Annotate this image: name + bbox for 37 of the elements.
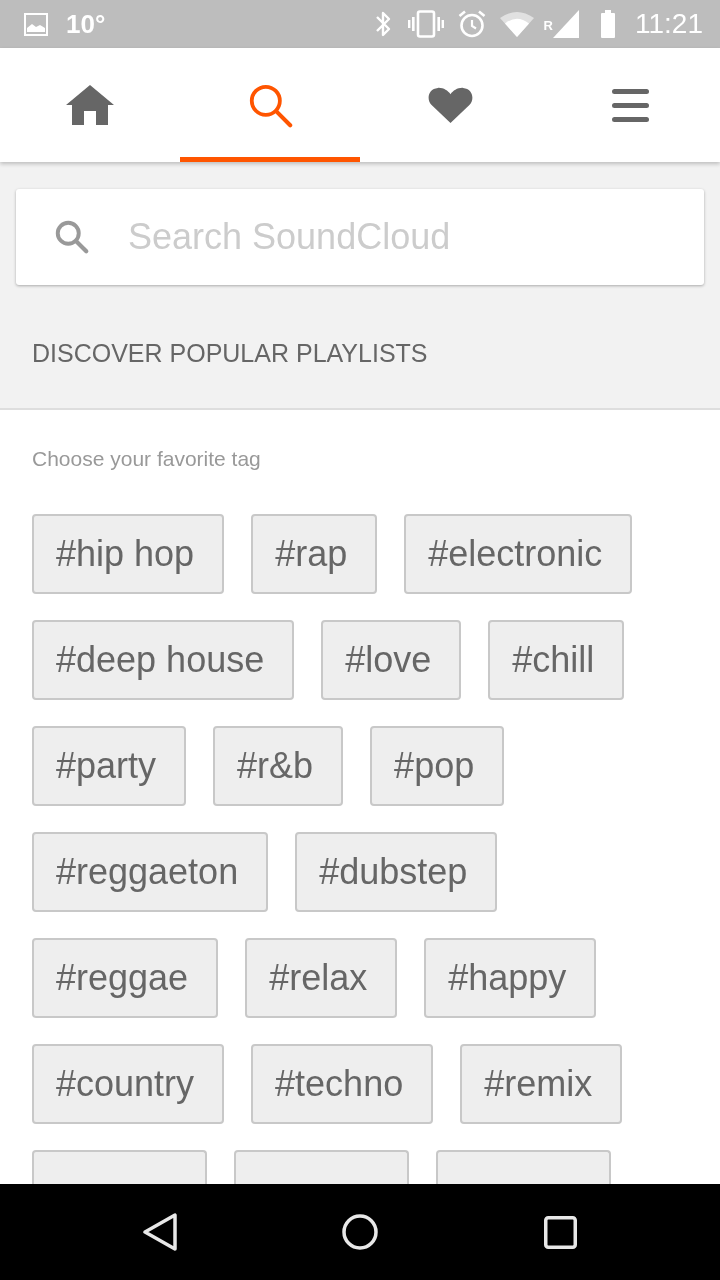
bluetooth-icon (374, 10, 391, 38)
tag-button[interactable]: #happy (424, 938, 597, 1018)
tag-button[interactable]: #love (321, 620, 462, 700)
tag-button[interactable]: #electronic (404, 514, 633, 594)
picture-icon (24, 12, 48, 36)
tag-button[interactable]: #reggae (32, 938, 219, 1018)
back-icon (143, 1213, 177, 1251)
tag-button[interactable]: #relax (245, 938, 398, 1018)
recents-square-icon (543, 1215, 577, 1249)
tag-button[interactable]: #r&b (213, 726, 344, 806)
tag-button[interactable]: #techno (251, 1044, 434, 1124)
tag-button[interactable]: #hip hop (32, 514, 225, 594)
tag-button[interactable]: #reggaeton (32, 832, 269, 912)
battery-icon (601, 10, 615, 38)
tag-button[interactable]: #remix (460, 1044, 623, 1124)
home-circle-icon (342, 1214, 378, 1250)
wifi-icon (499, 11, 534, 37)
subtitle-text: Choose your favorite tag (32, 446, 261, 472)
heart-icon (427, 87, 473, 123)
home-icon (66, 85, 114, 125)
search-icon (54, 219, 90, 255)
tag-button[interactable]: #party (32, 726, 187, 806)
signal-icon (553, 10, 579, 38)
tag-button[interactable]: #dubstep (295, 832, 498, 912)
clock-text: 11:21 (635, 9, 703, 39)
tag-button[interactable]: #pop (370, 726, 505, 806)
tag-button[interactable]: #deep house (32, 620, 295, 700)
section-heading: DISCOVER POPULAR PLAYLISTS (32, 338, 428, 368)
tag-button[interactable]: #chill (488, 620, 625, 700)
roaming-text: R (543, 19, 553, 33)
temperature-text: 10° (66, 9, 106, 39)
menu-icon (611, 88, 649, 122)
search-icon (247, 82, 293, 128)
vibrate-icon (407, 10, 444, 38)
tag-button[interactable]: #rap (251, 514, 378, 594)
alarm-clock-icon (457, 10, 486, 38)
tag-button[interactable]: #country (32, 1044, 225, 1124)
